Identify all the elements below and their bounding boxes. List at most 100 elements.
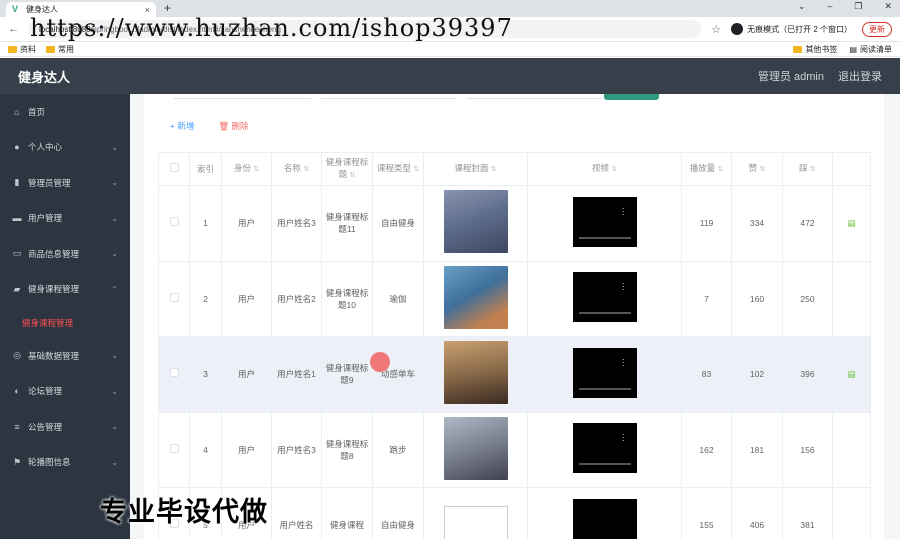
new-tab-icon[interactable]: + <box>164 1 171 15</box>
cell-cover <box>423 411 528 488</box>
chart-icon: ▮ <box>14 177 20 188</box>
sidebar-item-home[interactable]: ⌂ 首页 <box>0 94 130 130</box>
browser-tab[interactable]: V 健身达人 × <box>6 2 156 17</box>
minimize-icon[interactable]: – <box>827 1 832 12</box>
col-type[interactable]: 课程类型 ⇅ <box>372 152 424 186</box>
bookmark-folder[interactable]: 常用 <box>46 44 74 55</box>
cell-plays: 119 <box>681 185 732 262</box>
cell-type: 动感单车 <box>372 336 424 413</box>
cell-ops: ▤ <box>832 336 871 413</box>
col-name[interactable]: 名称 ⇅ <box>271 152 322 186</box>
search-button[interactable] <box>604 94 659 100</box>
cell-video: · · · <box>527 185 682 262</box>
cover-image[interactable] <box>443 416 508 480</box>
cell-type: 瑜伽 <box>372 260 424 337</box>
sidebar-item-users[interactable]: ▬ 用户管理 ⌄ <box>0 201 130 237</box>
col-likes[interactable]: 赞 ⇅ <box>731 152 783 186</box>
col-dislikes[interactable]: 踩 ⇅ <box>782 152 833 186</box>
table-row: 3 用户 用户姓名1 健身课程标题9 动感单车 · · · 83 102 396 ▤ <box>158 336 871 413</box>
video-player[interactable]: · · · <box>572 347 637 398</box>
col-role[interactable]: 身份 ⇅ <box>221 152 272 186</box>
cell-cover <box>423 487 528 539</box>
briefcase-icon: ▰ <box>13 283 21 294</box>
cell-name: 用户姓名3 <box>271 185 322 262</box>
chevron-down-icon: ⌄ <box>111 351 118 361</box>
cell-likes: 181 <box>731 411 783 488</box>
delete-label: 删除 <box>231 121 249 131</box>
cover-image-broken[interactable] <box>443 505 508 539</box>
row-checkbox[interactable] <box>158 411 190 488</box>
cover-image[interactable] <box>443 265 508 329</box>
video-player[interactable]: · · · <box>572 423 637 474</box>
cell-index: 4 <box>189 411 222 488</box>
incognito-indicator[interactable]: 无痕模式（已打开 2 个窗口） <box>731 23 852 35</box>
bookmark-folder[interactable]: 资料 <box>8 44 36 55</box>
sidebar-item-courses[interactable]: ▰ 健身课程管理 ⌃ <box>0 272 130 308</box>
table-header-row: 索引 身份 ⇅ 名称 ⇅ 健身课程标题 ⇅ 课程类型 ⇅ 课程封面 ⇅ 视频 ⇅… <box>158 152 871 186</box>
vue-logo-icon: V <box>12 4 19 14</box>
close-tab-icon[interactable]: × <box>145 5 150 15</box>
sidebar-item-basedata[interactable]: ◎ 基础数据管理 ⌄ <box>0 338 130 374</box>
flag-icon: ⚑ <box>12 456 22 467</box>
chevron-down-icon: ⌄ <box>111 422 118 432</box>
sidebar-item-profile[interactable]: ● 个人中心 ⌄ <box>0 130 130 166</box>
sidebar: ⌂ 首页 ● 个人中心 ⌄ ▮ 管理员管理 ⌄ ▬ 用户管理 ⌄ ▭ 商品信息管… <box>0 94 130 539</box>
chevron-down-icon: ⌄ <box>111 213 118 223</box>
cell-video: · · · <box>527 260 682 337</box>
search-input[interactable] <box>467 94 605 99</box>
bookmarks-bar: 资料 常用 其他书签 ▤ 阅读清单 <box>0 42 900 57</box>
main-content: + 新增 🗑 删除 索引 身份 ⇅ 名称 ⇅ 健身课程标题 ⇅ 课程类型 ⇅ 课… <box>130 94 900 539</box>
col-ops <box>832 152 871 186</box>
back-icon[interactable]: ← <box>8 23 19 35</box>
sidebar-item-notice[interactable]: ≡ 公告管理 ⌄ <box>0 409 130 445</box>
sidebar-item-admins[interactable]: ▮ 管理员管理 ⌄ <box>0 165 130 201</box>
col-video[interactable]: 视频 ⇅ <box>527 152 682 186</box>
cell-title: 健身课程标题10 <box>321 260 373 337</box>
search-input[interactable] <box>174 94 311 99</box>
sidebar-item-forum[interactable]: ◐ 论坛管理 ⌄ <box>0 374 130 410</box>
search-input[interactable] <box>320 94 458 99</box>
other-bookmarks[interactable]: 其他书签 <box>793 44 837 55</box>
sidebar-item-label: 个人中心 <box>28 142 63 153</box>
col-index[interactable]: 索引 <box>189 152 222 186</box>
sidebar-subitem-courses[interactable]: 健身课程管理 <box>0 307 130 338</box>
sidebar-item-carousel[interactable]: ⚑ 轮播图信息 ⌄ <box>0 445 130 481</box>
col-plays[interactable]: 播放量 ⇅ <box>681 152 732 186</box>
settings-icon: ◎ <box>13 350 21 361</box>
row-checkbox[interactable] <box>158 336 190 413</box>
cover-image[interactable] <box>443 190 508 254</box>
update-button[interactable]: 更新 <box>862 21 892 37</box>
row-checkbox[interactable] <box>158 185 190 262</box>
app-header: 健身达人 管理员 admin 退出登录 <box>0 58 900 94</box>
sidebar-item-products[interactable]: ▭ 商品信息管理 ⌄ <box>0 236 130 272</box>
message-icon: ▭ <box>12 248 22 259</box>
cell-dislikes: 250 <box>782 260 833 337</box>
video-player[interactable]: · · · <box>572 196 637 247</box>
cell-dislikes: 396 <box>782 336 833 413</box>
chevron-down-icon[interactable]: ⌄ <box>798 1 806 12</box>
video-player[interactable] <box>572 498 637 539</box>
add-button[interactable]: + 新增 <box>170 120 194 132</box>
details-icon[interactable]: ▤ <box>847 369 855 379</box>
maximize-icon[interactable]: ❐ <box>854 1 862 12</box>
row-checkbox[interactable] <box>158 260 190 337</box>
cell-type: 自由健身 <box>372 487 424 539</box>
logout-link[interactable]: 退出登录 <box>838 68 882 84</box>
col-cover[interactable]: 课程封面 ⇅ <box>423 152 528 186</box>
delete-button[interactable]: 🗑 删除 <box>218 120 248 132</box>
cell-role: 用户 <box>221 336 272 413</box>
star-icon[interactable]: ☆ <box>711 23 721 36</box>
sidebar-item-label: 首页 <box>28 106 46 117</box>
col-title[interactable]: 健身课程标题 ⇅ <box>321 152 373 186</box>
cell-video: · · · <box>527 411 682 488</box>
url-input[interactable]: localhost:8080/springboot.../admin/dist/… <box>29 20 702 38</box>
close-window-icon[interactable]: ✕ <box>884 1 892 12</box>
video-player[interactable]: · · · <box>572 272 637 323</box>
select-all-checkbox[interactable] <box>158 152 190 186</box>
cover-image[interactable] <box>443 341 508 405</box>
cell-index: 2 <box>189 260 222 337</box>
details-icon[interactable]: ▤ <box>847 218 855 228</box>
cell-dislikes: 472 <box>782 185 833 262</box>
reading-list[interactable]: ▤ 阅读清单 <box>849 44 892 55</box>
cell-video: · · · <box>527 336 682 413</box>
